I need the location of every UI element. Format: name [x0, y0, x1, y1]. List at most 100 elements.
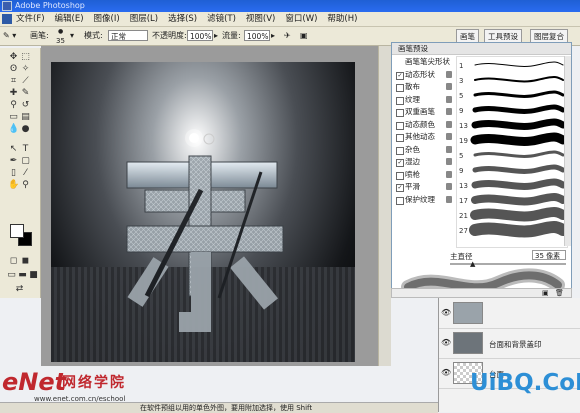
screen-mode-1-icon[interactable]: ▭: [6, 270, 17, 281]
lock-icon[interactable]: [446, 170, 452, 178]
blur-tool-icon[interactable]: 💧: [8, 124, 19, 135]
jump-to-imageready-icon[interactable]: ⇄: [14, 284, 25, 295]
brush-stroke[interactable]: [470, 132, 567, 146]
brush-dropdown-icon[interactable]: ▾: [70, 30, 74, 42]
brush-option-row[interactable]: ✓ 湿边: [394, 156, 454, 168]
gradient-tool-icon[interactable]: ▤: [20, 112, 31, 123]
brush-stroke[interactable]: [471, 178, 567, 190]
lock-icon[interactable]: [446, 145, 452, 153]
brush-stroke[interactable]: [473, 150, 565, 158]
tab-tool-presets[interactable]: 工具预设: [484, 29, 522, 43]
brush-stroke[interactable]: [474, 76, 564, 83]
type-tool-icon[interactable]: T: [20, 144, 31, 155]
lock-icon[interactable]: [446, 183, 452, 190]
menu-item[interactable]: 文件(F): [16, 13, 45, 25]
menu-item[interactable]: 窗口(W): [285, 13, 317, 25]
delete-brush-icon[interactable]: 🗑: [555, 289, 564, 297]
tab-brushes[interactable]: 画笔: [456, 29, 479, 43]
brush-presets-header[interactable]: 画笔预设: [392, 43, 571, 55]
checkbox-icon[interactable]: [396, 121, 404, 130]
brush-option-row[interactable]: 散布: [394, 81, 454, 93]
brush-stroke[interactable]: [472, 104, 566, 114]
path-selection-tool-icon[interactable]: ↖: [8, 144, 19, 155]
checkbox-icon[interactable]: ✓: [396, 184, 404, 192]
screen-mode-3-icon[interactable]: ■: [28, 270, 39, 281]
brush-tool-icon-box[interactable]: ✎: [20, 88, 31, 99]
layer-row[interactable]: 👁: [439, 298, 580, 329]
menu-item[interactable]: 图层(L): [130, 13, 158, 25]
checkbox-icon[interactable]: ✓: [396, 159, 404, 167]
lock-icon[interactable]: [446, 133, 452, 140]
lock-icon[interactable]: [446, 83, 452, 90]
clone-stamp-tool-icon[interactable]: ⚲: [8, 100, 19, 111]
visibility-eye-icon[interactable]: 👁: [441, 338, 451, 348]
visibility-eye-icon[interactable]: 👁: [441, 368, 451, 378]
menu-item[interactable]: 图像(I): [94, 13, 120, 25]
document-canvas[interactable]: [51, 62, 355, 362]
lock-icon[interactable]: [446, 195, 452, 203]
brush-option-row[interactable]: 喷枪: [394, 169, 454, 181]
brush-stroke[interactable]: [472, 164, 566, 174]
brush-option-row[interactable]: ✓ 动态形状: [394, 69, 454, 81]
brush-stroke[interactable]: [471, 118, 567, 130]
pen-tool-icon[interactable]: ✒: [8, 156, 19, 167]
slice-tool-icon[interactable]: ⟋: [20, 76, 31, 87]
visibility-eye-icon[interactable]: 👁: [441, 308, 451, 318]
menu-item[interactable]: 滤镜(T): [207, 13, 236, 25]
opacity-input[interactable]: 100%: [187, 30, 213, 41]
lock-icon[interactable]: [446, 158, 452, 165]
canvas-scrollbar[interactable]: [378, 46, 391, 366]
checkbox-icon[interactable]: [396, 96, 404, 105]
checkbox-icon[interactable]: [396, 134, 404, 142]
new-brush-icon[interactable]: ▣: [542, 289, 549, 297]
notes-tool-icon[interactable]: ▯: [8, 168, 19, 179]
brush-stroke[interactable]: [474, 61, 564, 67]
brush-option-row[interactable]: 纹理: [394, 94, 454, 106]
eraser-tool-icon[interactable]: ▭: [8, 112, 19, 123]
marquee-tool-icon[interactable]: ⬚: [20, 52, 31, 63]
checkbox-icon[interactable]: [396, 171, 404, 180]
magic-wand-tool-icon[interactable]: ✧: [20, 64, 31, 75]
flow-arrow-icon[interactable]: ▸: [271, 30, 275, 42]
screen-mode-2-icon[interactable]: ▬: [17, 270, 28, 281]
menu-item[interactable]: 选择(S): [168, 13, 197, 25]
app-menu-icon[interactable]: [2, 14, 12, 24]
brush-tool-icon[interactable]: ✎ ▾: [3, 30, 16, 42]
palette-toggle-icon[interactable]: ▣: [300, 30, 308, 42]
layer-row[interactable]: 👁 台面和背景盖印: [439, 328, 580, 359]
checkbox-icon[interactable]: [396, 109, 404, 117]
lock-icon[interactable]: [446, 120, 452, 128]
lock-icon[interactable]: [446, 108, 452, 115]
brush-option-row[interactable]: 画笔笔尖形状: [394, 56, 454, 68]
master-diameter-input[interactable]: 35 像素: [532, 250, 566, 260]
healing-tool-icon[interactable]: ✚: [8, 88, 19, 99]
brush-option-row[interactable]: 保护纹理: [394, 194, 454, 206]
brush-option-row[interactable]: 杂色: [394, 144, 454, 156]
airbrush-icon[interactable]: ✈: [284, 30, 291, 42]
brush-stroke[interactable]: [469, 221, 567, 238]
master-diameter-slider[interactable]: [450, 263, 566, 265]
dodge-tool-icon[interactable]: ●: [20, 124, 31, 135]
quick-mask-icon[interactable]: ◼: [20, 256, 31, 267]
brush-option-row[interactable]: ✓ 平滑: [394, 181, 454, 193]
zoom-tool-icon[interactable]: ⚲: [20, 180, 31, 191]
tab-layer-comps[interactable]: 图层复合: [530, 29, 568, 43]
brush-option-row[interactable]: 动态颜色: [394, 119, 454, 131]
checkbox-icon[interactable]: [396, 84, 404, 92]
brush-stroke[interactable]: [470, 207, 567, 222]
history-brush-tool-icon[interactable]: ↺: [20, 100, 31, 111]
menu-item[interactable]: 编辑(E): [55, 13, 84, 25]
brush-stroke[interactable]: [473, 90, 565, 98]
shape-tool-icon[interactable]: ▢: [20, 156, 31, 167]
foreground-color-swatch[interactable]: [10, 224, 24, 238]
menu-item[interactable]: 帮助(H): [327, 13, 357, 25]
brush-option-row[interactable]: 双重画笔: [394, 106, 454, 118]
checkbox-icon[interactable]: ✓: [396, 71, 404, 80]
lasso-tool-icon[interactable]: ʘ: [8, 64, 19, 75]
crop-tool-icon[interactable]: ⌗: [8, 76, 19, 87]
checkbox-icon[interactable]: [396, 146, 404, 155]
brush-preset-strokes[interactable]: 1 3 5 9 13 19 5 9 13 17 21 27: [456, 56, 568, 248]
checkbox-icon[interactable]: [396, 196, 404, 205]
lock-icon[interactable]: [446, 95, 452, 103]
standard-mode-icon[interactable]: ◻: [8, 256, 19, 267]
